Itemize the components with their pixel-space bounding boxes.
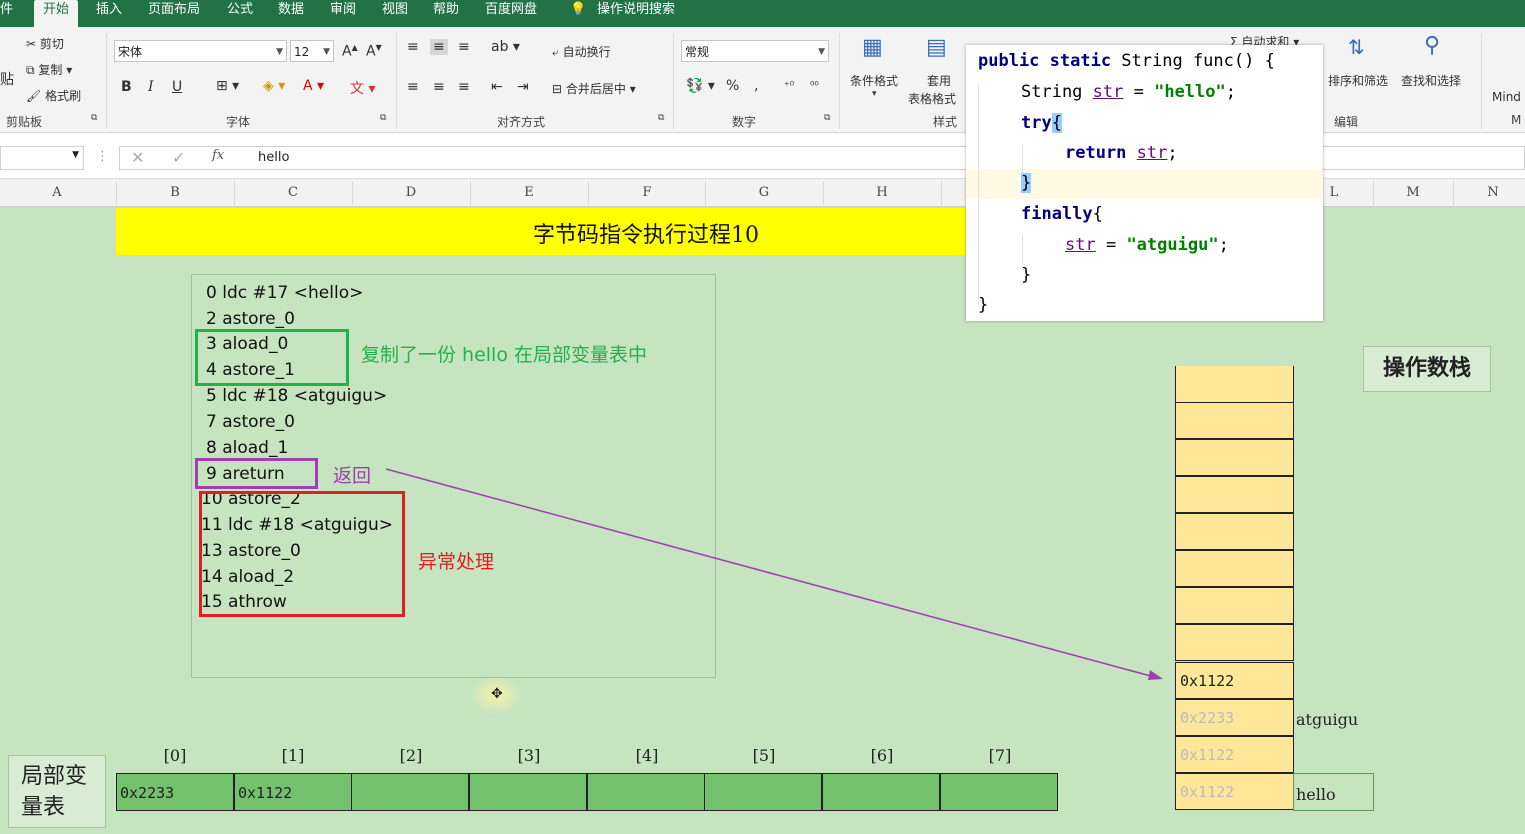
stack-slot [1175, 402, 1294, 439]
local-slot [587, 773, 705, 811]
code-line: str = "atguigu"; [1065, 235, 1229, 255]
local-slot [469, 773, 587, 811]
local-slot [704, 773, 822, 811]
stack-slot: 0x1122 [1175, 773, 1294, 810]
code-line: return str; [1065, 143, 1178, 163]
local-index: [2] [399, 746, 423, 765]
local-variable-table-label: 局部变 量表 [8, 755, 106, 828]
local-index: [4] [635, 746, 659, 765]
code-line: public static String func() { [978, 51, 1275, 71]
cursor-icon: ✥ [491, 686, 503, 702]
stack-value-faded: 0x1122 [1180, 746, 1235, 764]
local-index: [1] [281, 746, 305, 765]
local-slot [351, 773, 469, 811]
stack-slot [1175, 513, 1294, 550]
stack-side-label: atguigu [1296, 710, 1359, 729]
stack-slot [1175, 366, 1294, 403]
local-index: [5] [752, 746, 776, 765]
indent-guide [1022, 235, 1023, 265]
code-line: } [1021, 173, 1032, 193]
stack-value-faded: 0x1122 [1180, 783, 1235, 801]
stack-side-label: hello [1296, 785, 1336, 804]
local-slot: 0x1122 [234, 773, 352, 811]
current-line-highlight [966, 169, 1323, 199]
local-value: 0x2233 [120, 784, 175, 802]
code-line: try{ [1021, 113, 1062, 133]
code-line: } [1021, 265, 1032, 285]
stack-slot [1175, 439, 1294, 476]
local-slot: 0x2233 [116, 773, 234, 811]
local-index: [3] [517, 746, 541, 765]
stack-slot [1175, 550, 1294, 587]
stack-slot: 0x1122 [1175, 662, 1294, 699]
operand-stack-label: 操作数栈 [1363, 346, 1491, 392]
local-index: [7] [988, 746, 1012, 765]
stack-value-faded: 0x2233 [1180, 709, 1235, 727]
local-value: 0x1122 [238, 784, 293, 802]
local-index: [0] [163, 746, 187, 765]
indent-guide [1022, 145, 1023, 175]
stack-slot: 0x2233 [1175, 699, 1294, 736]
java-code-popup: public static String func() { String str… [966, 45, 1323, 321]
code-line: String str = "hello"; [1021, 82, 1236, 102]
stack-slot [1175, 476, 1294, 513]
code-line: finally{ [1021, 204, 1103, 224]
stack-slot [1175, 587, 1294, 624]
local-slot [940, 773, 1058, 811]
stack-slot [1175, 624, 1294, 661]
stack-slot: 0x1122 [1175, 736, 1294, 773]
local-slot [822, 773, 940, 811]
stack-value: 0x1122 [1180, 672, 1235, 690]
indent-guide [978, 85, 979, 305]
code-line: } [978, 295, 989, 315]
local-index: [6] [870, 746, 894, 765]
